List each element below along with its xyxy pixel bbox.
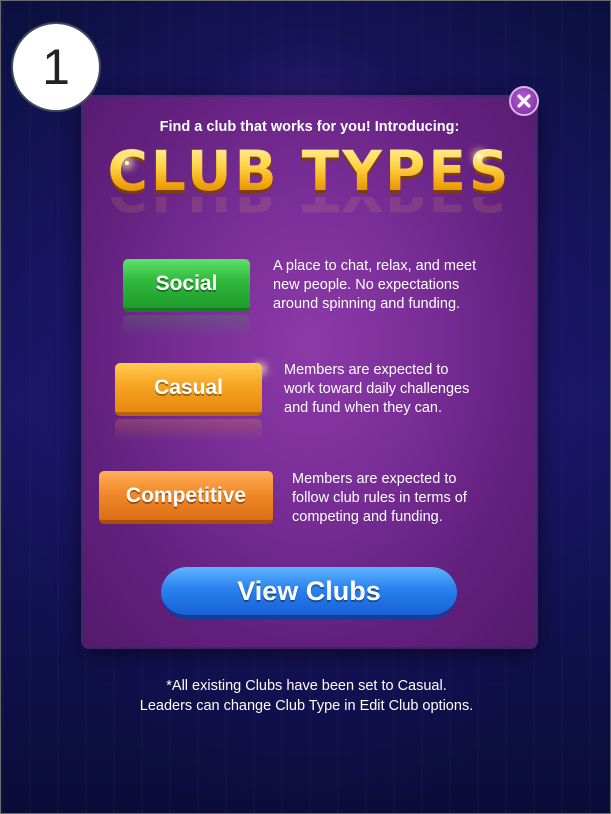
social-description: A place to chat, relax, and meet new peo… xyxy=(273,258,477,312)
modal-intro-text: Find a club that works for you! Introduc… xyxy=(159,119,460,135)
social-club-type-button[interactable]: Social xyxy=(123,259,250,312)
step-number-badge: 1 xyxy=(11,22,101,112)
view-clubs-button[interactable]: View Clubs xyxy=(161,567,457,619)
competitive-description: Members are expected to follow club rule… xyxy=(292,471,467,525)
game-screen: 1 Find a club that works for you! Introd… xyxy=(0,0,611,814)
button-reflection xyxy=(115,419,262,441)
casual-description: Members are expected to work toward dail… xyxy=(284,362,470,416)
title-sparkle xyxy=(477,154,481,158)
footnote: *All existing Clubs have been set to Cas… xyxy=(139,678,474,714)
competitive-club-type-button[interactable]: Competitive xyxy=(99,471,273,524)
button-reflection xyxy=(123,315,250,337)
title-sparkle xyxy=(125,161,129,165)
close-button[interactable] xyxy=(509,86,539,116)
close-icon xyxy=(517,94,531,108)
modal-title: CLUB TYPES xyxy=(83,139,536,203)
casual-club-type-button[interactable]: Casual xyxy=(115,363,262,416)
title-reflection: CLUB TYPES xyxy=(83,197,536,223)
